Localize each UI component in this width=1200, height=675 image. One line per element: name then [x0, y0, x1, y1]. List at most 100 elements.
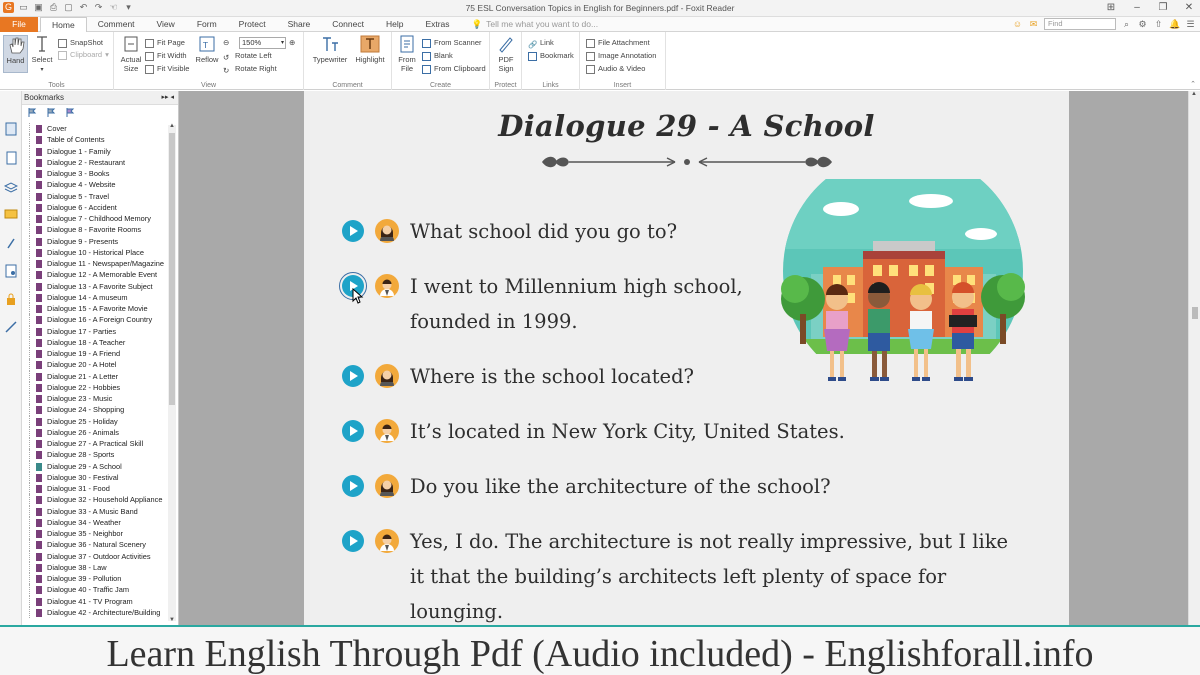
- bookmark-item[interactable]: Dialogue 32 - Household Appliance: [22, 494, 168, 506]
- play-audio-button[interactable]: [342, 365, 364, 387]
- bookmark-item[interactable]: Dialogue 36 - Natural Scenery: [22, 539, 168, 551]
- zoom-out-icon[interactable]: ⊖: [223, 37, 229, 49]
- comments-panel-icon[interactable]: [4, 208, 18, 222]
- bookmark-item[interactable]: Dialogue 3 - Books: [22, 168, 168, 180]
- play-audio-button[interactable]: [342, 420, 364, 442]
- bookmark-item[interactable]: Dialogue 17 - Parties: [22, 325, 168, 337]
- typewriter-button[interactable]: Typewriter: [310, 35, 350, 64]
- bookmark-item[interactable]: Dialogue 22 - Hobbies: [22, 381, 168, 393]
- bookmark-item[interactable]: Dialogue 15 - A Favorite Movie: [22, 303, 168, 315]
- tab-comment[interactable]: Comment: [87, 17, 146, 32]
- bookmark-item[interactable]: Dialogue 4 - Website: [22, 179, 168, 191]
- bookmark-item[interactable]: Dialogue 6 - Accident: [22, 201, 168, 213]
- pin-icon[interactable]: ⇧: [1153, 19, 1164, 30]
- fit-visible-button[interactable]: Fit Visible: [145, 63, 189, 75]
- bookmark-item[interactable]: Dialogue 39 - Pollution: [22, 573, 168, 585]
- layers-panel-icon[interactable]: [4, 180, 18, 194]
- add-bookmark-icon[interactable]: [46, 107, 57, 118]
- bookmark-item[interactable]: Dialogue 13 - A Favorite Subject: [22, 280, 168, 292]
- bookmark-item[interactable]: Dialogue 26 - Animals: [22, 426, 168, 438]
- tab-home[interactable]: Home: [40, 17, 87, 33]
- bookmark-scrollbar[interactable]: ▲ ▼: [168, 123, 176, 623]
- tab-share[interactable]: Share: [277, 17, 322, 32]
- maximize-icon[interactable]: ❐: [1156, 1, 1170, 15]
- fit-page-button[interactable]: Fit Page: [145, 37, 185, 49]
- bookmark-item[interactable]: Dialogue 12 - A Memorable Event: [22, 269, 168, 281]
- tell-me-box[interactable]: 💡 Tell me what you want to do...: [461, 17, 610, 32]
- bookmark-item[interactable]: Dialogue 8 - Favorite Rooms: [22, 224, 168, 236]
- panel-controls[interactable]: ▸▸ ◂: [162, 91, 175, 105]
- zoom-in-icon[interactable]: ⊕: [289, 37, 295, 49]
- bookmark-item[interactable]: Dialogue 35 - Neighbor: [22, 528, 168, 540]
- tab-help[interactable]: Help: [375, 17, 414, 32]
- bookmark-item[interactable]: Dialogue 2 - Restaurant: [22, 156, 168, 168]
- bookmark-item[interactable]: Dialogue 19 - A Friend: [22, 348, 168, 360]
- restore-ribbon-icon[interactable]: ⊞: [1104, 1, 1118, 15]
- document-viewer[interactable]: Dialogue 29 - A School What school did y…: [179, 91, 1188, 625]
- pages-panel-icon[interactable]: [4, 151, 18, 165]
- reflow-button[interactable]: T Reflow: [194, 35, 220, 64]
- bookmark-item[interactable]: Dialogue 14 - A museum: [22, 291, 168, 303]
- bookmark-item[interactable]: Dialogue 42 - Architecture/Building: [22, 606, 168, 618]
- bookmark-item[interactable]: Dialogue 38 - Law: [22, 561, 168, 573]
- scroll-up-icon[interactable]: ▲: [168, 123, 176, 129]
- hand-tool-button[interactable]: Hand: [3, 35, 28, 73]
- smiley-icon[interactable]: ☺: [1012, 19, 1023, 30]
- highlight-button[interactable]: Highlight: [353, 35, 387, 64]
- bookmark-item[interactable]: Dialogue 25 - Holiday: [22, 415, 168, 427]
- bookmark-item[interactable]: Table of Contents: [22, 134, 168, 146]
- bookmark-item[interactable]: Dialogue 28 - Sports: [22, 449, 168, 461]
- zoom-select[interactable]: 150% ▾: [239, 37, 286, 49]
- tab-protect[interactable]: Protect: [228, 17, 277, 32]
- bookmark-item[interactable]: Dialogue 33 - A Music Band: [22, 505, 168, 517]
- bookmark-item[interactable]: Dialogue 10 - Historical Place: [22, 246, 168, 258]
- search-icon[interactable]: ⌕: [1121, 19, 1132, 30]
- rotate-right-button[interactable]: ↻ Rotate Right: [223, 63, 277, 75]
- bookmark-item[interactable]: Dialogue 20 - A Hotel: [22, 359, 168, 371]
- bookmark-item[interactable]: Cover: [22, 123, 168, 135]
- content-panel-icon[interactable]: [4, 320, 18, 334]
- file-attachment-button[interactable]: File Attachment: [586, 37, 650, 49]
- find-input[interactable]: Find: [1044, 18, 1116, 30]
- play-audio-button[interactable]: [342, 530, 364, 552]
- bookmark-item[interactable]: Dialogue 5 - Travel: [22, 190, 168, 202]
- bookmark-item[interactable]: Dialogue 29 - A School: [22, 460, 168, 472]
- bookmark-item[interactable]: Dialogue 37 - Outdoor Activities: [22, 550, 168, 562]
- attachments-panel-icon[interactable]: [4, 236, 18, 250]
- bookmark-item[interactable]: Dialogue 23 - Music: [22, 393, 168, 405]
- link-button[interactable]: 🔗 Link: [528, 37, 554, 49]
- tab-extras[interactable]: Extras: [414, 17, 460, 32]
- close-icon[interactable]: ✕: [1182, 1, 1196, 15]
- bookmark-item[interactable]: Dialogue 11 - Newspaper/Magazine: [22, 258, 168, 270]
- tab-view[interactable]: View: [146, 17, 186, 32]
- document-scrollbar[interactable]: ▲: [1188, 91, 1200, 625]
- scrollbar-thumb[interactable]: [1192, 307, 1198, 319]
- tab-form[interactable]: Form: [186, 17, 228, 32]
- minimize-icon[interactable]: –: [1130, 1, 1144, 15]
- fit-width-button[interactable]: Fit Width: [145, 50, 187, 62]
- bookmark-item[interactable]: Dialogue 27 - A Practical Skill: [22, 438, 168, 450]
- bookmark-item[interactable]: Dialogue 21 - A Letter: [22, 370, 168, 382]
- blank-button[interactable]: Blank: [422, 50, 453, 62]
- bookmark-item[interactable]: Dialogue 30 - Festival: [22, 471, 168, 483]
- rotate-left-button[interactable]: ↺ Rotate Left: [223, 50, 272, 62]
- tab-connect[interactable]: Connect: [321, 17, 375, 32]
- account-icon[interactable]: ☰: [1185, 19, 1196, 30]
- from-scanner-button[interactable]: From Scanner: [422, 37, 482, 49]
- from-file-button[interactable]: From File: [395, 35, 419, 73]
- bookmarks-panel-icon[interactable]: [4, 122, 18, 136]
- audio-video-button[interactable]: Audio & Video: [586, 63, 645, 75]
- play-audio-button[interactable]: [342, 475, 364, 497]
- select-tool-button[interactable]: Select ▾: [30, 35, 54, 75]
- bookmark-item[interactable]: Dialogue 24 - Shopping: [22, 404, 168, 416]
- bell-icon[interactable]: 🔔: [1169, 19, 1180, 30]
- bookmark-item[interactable]: Dialogue 1 - Family: [22, 145, 168, 157]
- notification-icon[interactable]: ✉: [1028, 19, 1039, 30]
- bookmark-item[interactable]: Dialogue 40 - Traffic Jam: [22, 584, 168, 596]
- bookmark-item[interactable]: Dialogue 31 - Food: [22, 483, 168, 495]
- bookmark-item[interactable]: Dialogue 34 - Weather: [22, 516, 168, 528]
- delete-bookmark-icon[interactable]: [65, 107, 76, 118]
- pdf-sign-button[interactable]: PDF Sign: [494, 35, 518, 73]
- expand-bookmark-icon[interactable]: [27, 107, 38, 118]
- gear-icon[interactable]: ⚙: [1137, 19, 1148, 30]
